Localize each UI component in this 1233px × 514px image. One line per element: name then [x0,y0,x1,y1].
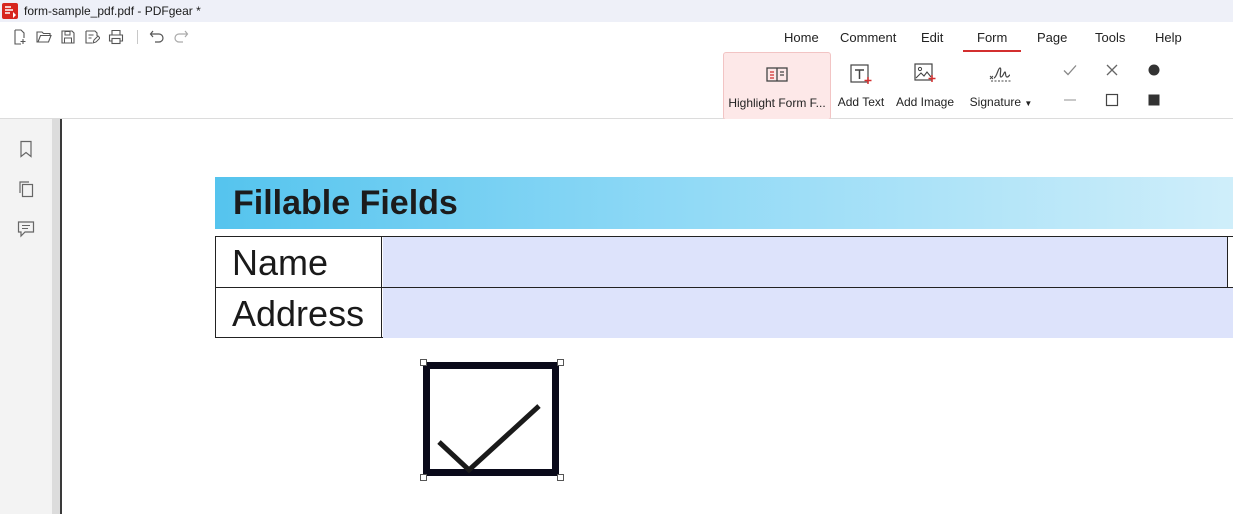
add-image-button[interactable]: Add Image [894,52,956,118]
window-title: form-sample_pdf.pdf - PDFgear * [24,4,201,18]
pdfgear-logo-icon [2,3,18,19]
resize-handle-top-left[interactable] [420,359,427,366]
empty-square-icon[interactable] [1103,91,1121,109]
document-page: Fillable Fields Name Address [62,119,1233,514]
address-label: Address [232,293,365,334]
highlight-form-fields-label: Highlight Form F... [728,96,826,110]
quick-access-divider [137,30,138,44]
redo-icon[interactable] [172,28,190,46]
open-folder-icon[interactable] [35,28,53,46]
address-field[interactable] [383,288,1233,338]
tab-edit[interactable]: Edit [921,30,943,45]
checkbox-field[interactable] [420,359,564,481]
tab-home[interactable]: Home [784,30,819,45]
bookmark-icon[interactable] [17,140,35,158]
banner-title: Fillable Fields [233,184,458,222]
signature-label: Signature ▼ [970,95,1033,109]
name-field[interactable] [383,237,1228,287]
save-as-icon[interactable] [83,28,101,46]
signature-icon [988,61,1014,87]
add-text-icon [848,61,874,87]
save-icon[interactable] [59,28,77,46]
address-label-cell: Address [216,288,382,338]
resize-handle-bottom-left[interactable] [420,474,427,481]
tab-form[interactable]: Form [962,30,1022,52]
title-bar: form-sample_pdf.pdf - PDFgear * [0,0,1233,22]
tab-help[interactable]: Help [1155,30,1182,45]
undo-icon[interactable] [148,28,166,46]
sidebar-splitter[interactable] [52,119,60,514]
tab-page[interactable]: Page [1037,30,1067,45]
form-fields-table: Name Address [215,236,1233,338]
checkbox-checked-icon [423,362,559,476]
add-text-label: Add Text [837,95,885,109]
filled-square-icon[interactable] [1145,91,1163,109]
name-label-cell: Name [216,237,382,287]
section-banner: Fillable Fields [215,177,1233,229]
resize-handle-top-right[interactable] [557,359,564,366]
print-icon[interactable] [107,28,125,46]
signature-text: Signature [969,95,1022,109]
comments-icon[interactable] [17,220,35,238]
highlight-form-fields-button[interactable]: Highlight Form F... [723,52,831,120]
highlight-form-fields-icon [764,62,790,88]
signature-button[interactable]: Signature ▼ [966,52,1036,118]
form-row-address: Address [216,288,1233,338]
add-text-button[interactable]: Add Text [835,52,887,118]
tab-comment[interactable]: Comment [840,30,896,45]
form-row-name: Name [216,237,1233,288]
pages-icon[interactable] [17,180,35,198]
ribbon: Home Comment Edit Form Page Tools Help H… [0,22,1233,120]
name-label: Name [232,242,329,283]
tab-tools[interactable]: Tools [1095,30,1125,45]
resize-handle-bottom-right[interactable] [557,474,564,481]
check-mark-icon[interactable] [1061,61,1079,79]
dropdown-arrow-icon: ▼ [1024,99,1033,108]
line-icon[interactable] [1061,91,1079,109]
add-image-icon [912,61,938,87]
dot-icon[interactable] [1145,61,1163,79]
cross-icon[interactable] [1103,61,1121,79]
add-image-label: Add Image [895,95,955,109]
left-sidebar [0,119,52,514]
new-file-icon[interactable] [11,28,29,46]
